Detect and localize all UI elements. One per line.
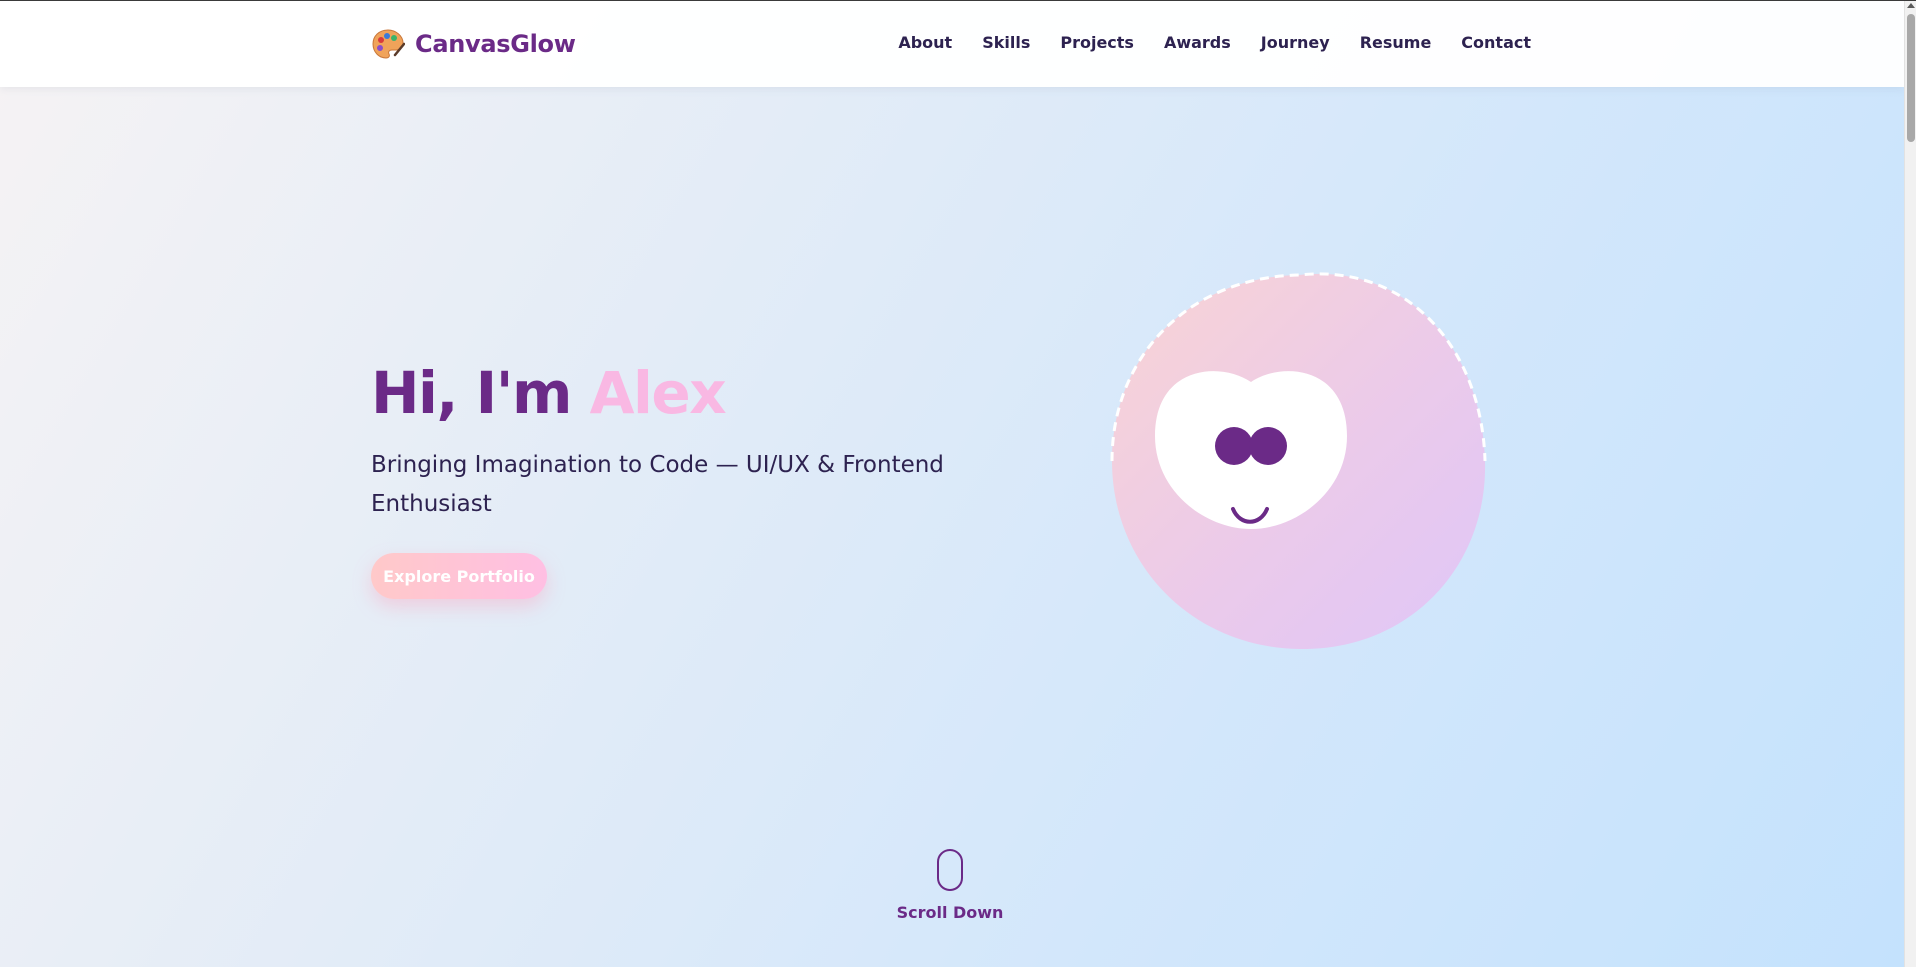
brand-name: CanvasGlow <box>415 30 576 58</box>
nav-link-projects[interactable]: Projects <box>1060 31 1134 55</box>
hero-title: Hi, I'm Alex <box>371 358 727 428</box>
nav-link-about[interactable]: About <box>898 31 952 55</box>
nav-link-resume[interactable]: Resume <box>1360 31 1432 55</box>
scroll-up-arrow-icon[interactable] <box>1907 3 1915 8</box>
window-top-border <box>0 0 1916 1</box>
hero-illustration <box>1110 271 1488 653</box>
brand-logo[interactable]: CanvasGlow <box>371 27 576 61</box>
mouse-scroll-icon <box>937 849 963 891</box>
nav-link-contact[interactable]: Contact <box>1461 31 1531 55</box>
scrollbar-thumb[interactable] <box>1907 14 1915 142</box>
hero-name: Alex <box>589 359 727 427</box>
left-eye <box>1215 427 1253 465</box>
page-scrollbar[interactable] <box>1904 0 1916 967</box>
explore-portfolio-button[interactable]: Explore Portfolio <box>371 553 547 599</box>
main-nav: About Skills Projects Awards Journey Res… <box>898 31 1531 55</box>
scroll-down-label: Scroll Down <box>896 903 1004 922</box>
hero-greeting: Hi, I'm <box>371 359 590 427</box>
smiling-heart-face-illustration <box>1110 272 1487 650</box>
navbar: CanvasGlow About Skills Projects Awards … <box>0 1 1904 87</box>
artist-palette-icon <box>372 29 405 59</box>
right-eye <box>1249 427 1287 465</box>
scroll-down-indicator[interactable]: Scroll Down <box>890 849 1010 922</box>
nav-link-awards[interactable]: Awards <box>1164 31 1231 55</box>
hero-subtitle: Bringing Imagination to Code — UI/UX & F… <box>371 452 944 517</box>
page-viewport: CanvasGlow About Skills Projects Awards … <box>0 0 1904 967</box>
nav-link-skills[interactable]: Skills <box>982 31 1030 55</box>
nav-link-journey[interactable]: Journey <box>1261 31 1330 55</box>
